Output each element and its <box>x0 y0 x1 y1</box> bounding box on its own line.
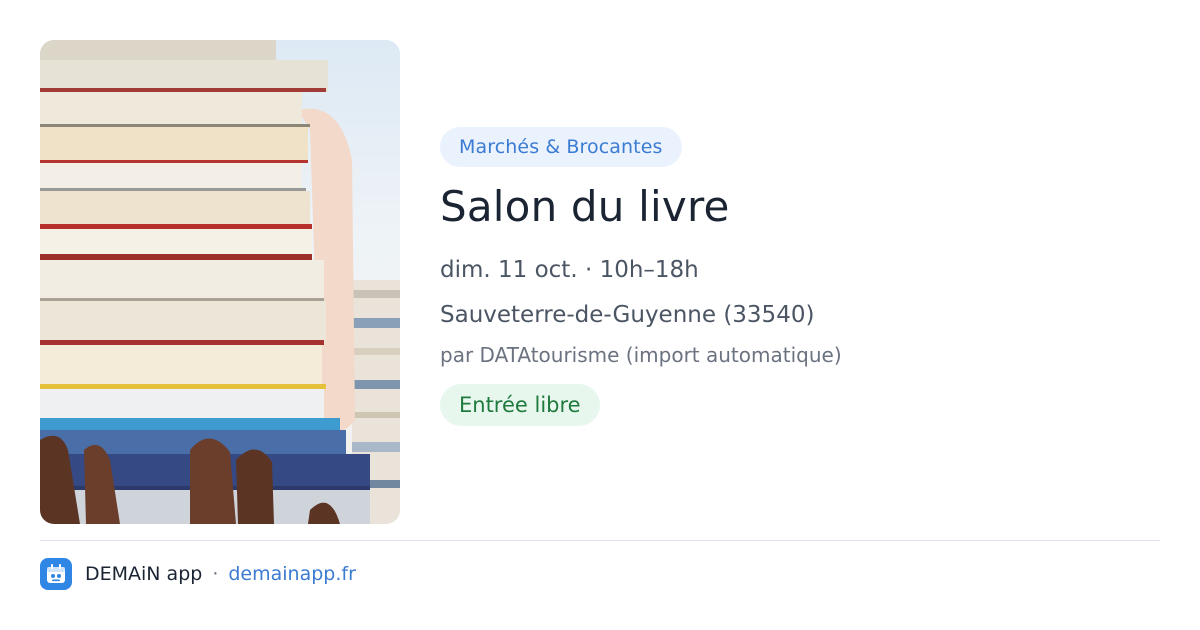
event-card[interactable]: Marchés & Brocantes Salon du livre dim. … <box>0 0 1200 630</box>
footer: DEMAiN app · demainapp.fr <box>40 558 356 590</box>
category-badge[interactable]: Marchés & Brocantes <box>440 127 682 167</box>
event-title: Salon du livre <box>440 182 730 231</box>
event-details: Marchés & Brocantes Salon du livre dim. … <box>440 127 1160 426</box>
app-name: DEMAiN app <box>85 563 203 585</box>
separator: · <box>212 563 219 585</box>
price-badge: Entrée libre <box>440 384 600 426</box>
stack-of-books-photo <box>40 40 400 524</box>
app-website-link[interactable]: demainapp.fr <box>228 563 356 585</box>
event-date-time: dim. 11 oct. · 10h–18h <box>440 257 699 283</box>
event-image <box>40 40 400 524</box>
event-location: Sauveterre-de-Guyenne (33540) <box>440 302 815 328</box>
demain-app-logo-icon[interactable] <box>40 558 72 590</box>
footer-divider <box>40 540 1160 541</box>
event-source: par DATAtourisme (import automatique) <box>440 343 842 367</box>
